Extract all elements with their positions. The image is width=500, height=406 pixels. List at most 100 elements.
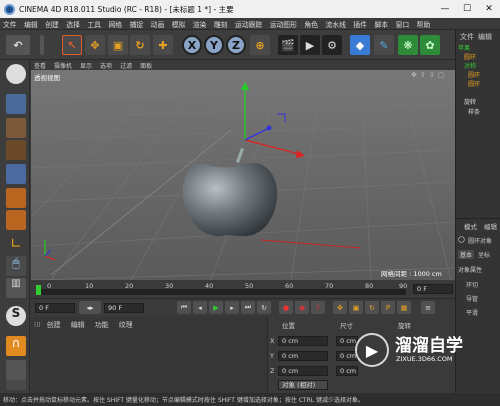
snap-icon[interactable]: S [6, 306, 26, 326]
rotate-icon[interactable]: ↻ [130, 35, 150, 55]
vp-menu-filter[interactable]: 过滤 [120, 61, 132, 70]
coordinate-system-icon[interactable]: ⊕ [250, 35, 270, 55]
object-torus-1[interactable]: 圆环 [464, 52, 476, 61]
menu-edit[interactable]: 编辑 [24, 19, 38, 29]
edges-mode-icon[interactable] [6, 188, 26, 208]
axis-mode-icon[interactable]: ∟ [6, 236, 26, 256]
vp-menu-options[interactable]: 选项 [100, 61, 112, 70]
polygons-mode-icon[interactable] [6, 210, 26, 230]
menu-window[interactable]: 窗口 [396, 19, 410, 29]
viewport-solo-icon[interactable]: ▥ [6, 278, 26, 298]
end-frame-field[interactable]: 90 F [104, 303, 144, 313]
magnet-icon[interactable]: ∩ [6, 336, 26, 356]
key-parameter-icon[interactable]: P [381, 301, 395, 314]
attr-mode-tab[interactable]: 模式 [464, 221, 477, 231]
object-torus-3[interactable]: 圆环 [468, 79, 480, 88]
menu-file[interactable]: 文件 [3, 19, 17, 29]
menu-script[interactable]: 脚本 [374, 19, 388, 29]
vp-menu-view[interactable]: 查看 [34, 61, 46, 70]
menu-animate[interactable]: 动画 [151, 19, 165, 29]
minimize-button[interactable]: — [434, 4, 456, 14]
vp-menu-camera[interactable]: 摄像机 [54, 61, 72, 70]
workplane-mode-icon[interactable] [6, 140, 26, 160]
menu-character[interactable]: 角色 [304, 19, 318, 29]
lock-workplane-icon[interactable] [6, 380, 26, 390]
y-axis-lock-button[interactable]: Y [204, 35, 224, 55]
cube-primitive-icon[interactable]: ◆ [350, 35, 370, 55]
menu-pipeline[interactable]: 流水线 [326, 19, 346, 29]
loop-icon[interactable]: ↻ [257, 301, 271, 314]
select-arrow-icon[interactable]: ↖ [62, 35, 82, 55]
pos-z-field[interactable]: 0 cm [278, 366, 328, 376]
move-icon[interactable]: ✥ [85, 35, 105, 55]
goto-end-icon[interactable]: ⏭ [241, 301, 255, 314]
timeline-menu-icon[interactable]: ≡ [421, 301, 435, 314]
close-button[interactable]: ✕ [478, 4, 500, 14]
om-menu-edit[interactable]: 编辑 [478, 32, 492, 42]
coord-mode-dropdown[interactable]: 对象 (相对) [278, 380, 328, 390]
undo-icon[interactable]: ↶ [6, 35, 30, 55]
vp-menu-display[interactable]: 显示 [80, 61, 92, 70]
key-pla-icon[interactable]: ▦ [397, 301, 411, 314]
menu-sculpt[interactable]: 雕刻 [214, 19, 228, 29]
object-lathe[interactable]: 旋转 [464, 97, 476, 106]
start-frame-field[interactable]: 0 F [35, 303, 75, 313]
key-rotation-icon[interactable]: ↻ [365, 301, 379, 314]
record-icon[interactable]: ● [279, 301, 293, 314]
z-axis-lock-button[interactable]: Z [226, 35, 246, 55]
vp-menu-panel[interactable]: 面板 [140, 61, 152, 70]
model-mode-icon[interactable] [6, 64, 26, 84]
menu-create[interactable]: 创建 [45, 19, 59, 29]
menu-simulate[interactable]: 模拟 [172, 19, 186, 29]
om-menu-file[interactable]: 文件 [460, 32, 474, 42]
attr-edit-tab[interactable]: 编辑 [484, 221, 497, 231]
playhead[interactable] [36, 285, 41, 295]
keyframe-selection-icon[interactable]: ? [311, 301, 325, 314]
menu-plugins[interactable]: 插件 [353, 19, 367, 29]
render-picture-viewer-icon[interactable]: ▶ [300, 35, 320, 55]
play-icon[interactable]: ▶ [209, 301, 223, 314]
subdivision-surface-icon[interactable]: ❋ [398, 35, 418, 55]
array-generator-icon[interactable]: ✿ [420, 35, 440, 55]
pos-x-field[interactable]: 0 cm [278, 336, 328, 346]
points-mode-icon[interactable] [6, 164, 26, 184]
object-torus-2[interactable]: 圆环 [468, 70, 480, 79]
timeline-ruler[interactable]: 0 10 20 30 40 50 60 70 80 90 0 F [31, 280, 455, 298]
x-axis-lock-button[interactable]: X [182, 35, 202, 55]
texture-mode-icon[interactable] [6, 118, 26, 138]
viewport-nav-icons[interactable]: ✥⇧⇩▢ [411, 71, 447, 79]
pos-y-field[interactable]: 0 cm [278, 351, 328, 361]
current-frame-field[interactable]: 0 F [413, 284, 453, 294]
prev-key-icon[interactable]: ◂ [193, 301, 207, 314]
menu-tools[interactable]: 工具 [87, 19, 101, 29]
mat-menu-edit[interactable]: 编辑 [71, 320, 85, 330]
mat-menu-create[interactable]: 创建 [47, 320, 61, 330]
scale-icon[interactable]: ▣ [108, 35, 128, 55]
goto-start-icon[interactable]: ⏮ [177, 301, 191, 314]
mat-menu-texture[interactable]: 纹理 [119, 320, 133, 330]
mat-menu-function[interactable]: 功能 [95, 320, 109, 330]
maximize-button[interactable]: ☐ [456, 4, 478, 14]
menu-motion-tracking[interactable]: 运动跟踪 [235, 19, 262, 29]
menu-snap[interactable]: 捕捉 [130, 19, 144, 29]
attr-coord-tab[interactable]: 坐标 [478, 250, 490, 259]
object-spline[interactable]: 样条 [468, 107, 480, 116]
menu-mograph[interactable]: 运动图形 [270, 19, 297, 29]
menu-help[interactable]: 帮助 [417, 19, 431, 29]
make-editable-icon[interactable] [6, 94, 26, 114]
menu-select[interactable]: 选择 [66, 19, 80, 29]
object-apple[interactable]: 苹果 [458, 43, 470, 52]
auto-key-icon[interactable]: ◉ [295, 301, 309, 314]
perspective-viewport[interactable]: 透视视图 网格间距 : 1000 cm ✥⇧⇩▢ [31, 70, 455, 280]
tweak-mode-icon[interactable]: 🖱 [6, 256, 26, 276]
next-key-icon[interactable]: ▸ [225, 301, 239, 314]
grid-icon[interactable] [6, 360, 26, 380]
spline-pen-icon[interactable]: ✎ [374, 35, 394, 55]
key-scale-icon[interactable]: ▣ [349, 301, 363, 314]
frame-stepper[interactable]: ◂▸ [79, 301, 101, 314]
menu-render[interactable]: 渲染 [193, 19, 207, 29]
recent-tool-icon[interactable]: ✚ [153, 35, 173, 55]
render-settings-icon[interactable]: ⚙ [322, 35, 342, 55]
object-symmetry[interactable]: 对称 [464, 61, 476, 70]
menu-mesh[interactable]: 网格 [108, 19, 122, 29]
